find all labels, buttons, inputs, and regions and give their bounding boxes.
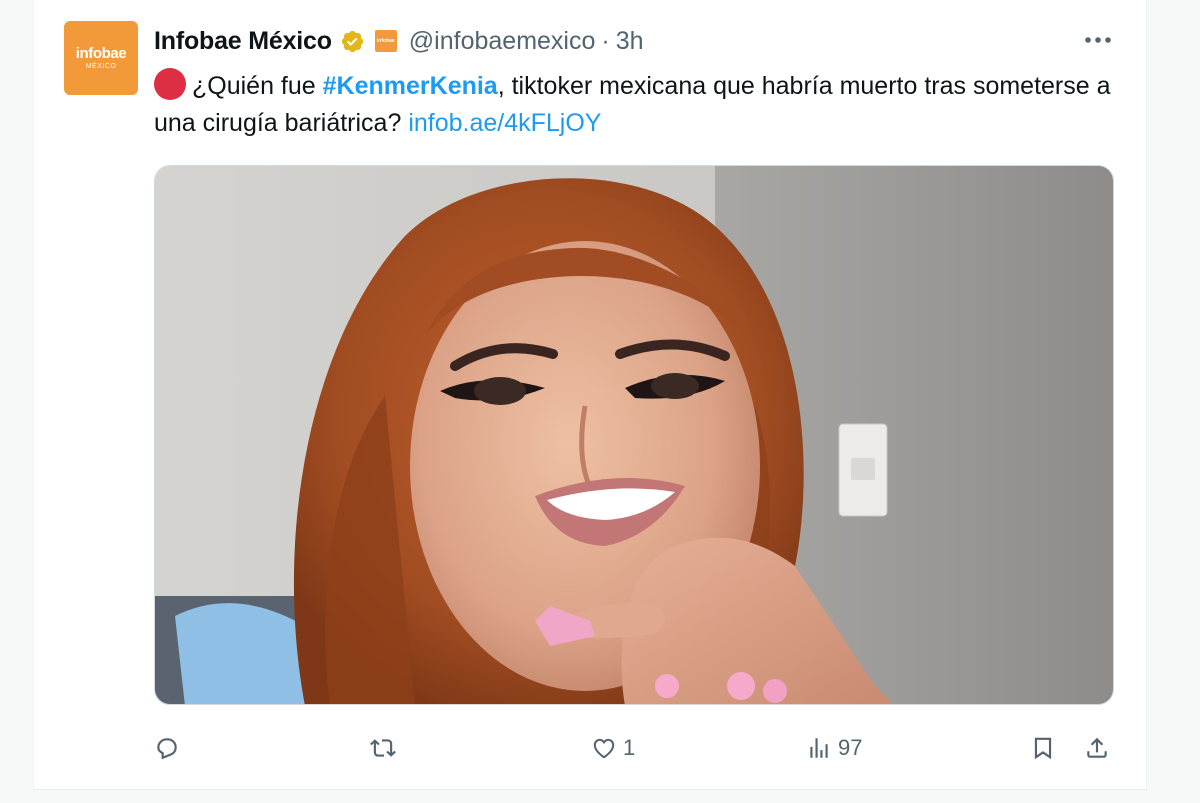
avatar-brand: infobae [75, 45, 127, 62]
like-count: 1 [623, 735, 636, 760]
tweet-header: Infobae México infobae @infobaemexico · … [154, 24, 644, 58]
views-button[interactable]: 97 [806, 728, 862, 768]
tweet-photo[interactable] [154, 165, 1114, 705]
red-circle-emoji-icon [154, 68, 186, 100]
bookmark-icon [1030, 735, 1056, 761]
affiliate-badge-text: infobae [376, 38, 395, 44]
article-link[interactable]: infob.ae/4kFLjOY [408, 109, 601, 137]
share-icon [1084, 735, 1110, 761]
avatar[interactable]: infobae MÉXICO [64, 21, 138, 95]
heart-icon [591, 735, 617, 761]
avatar-subtitle: MÉXICO [85, 63, 117, 70]
share-button[interactable] [1084, 728, 1110, 768]
reply-icon [154, 735, 180, 761]
views-count: 97 [838, 735, 863, 760]
tweet-card[interactable]: infobae MÉXICO Infobae México infobae @i… [33, 0, 1147, 790]
affiliate-badge-icon[interactable]: infobae [374, 30, 397, 52]
timestamp[interactable]: 3h [616, 24, 644, 58]
separator: · [601, 27, 610, 55]
hashtag-link[interactable]: #KenmerKenia [323, 72, 498, 100]
photo-illustration [155, 166, 1113, 704]
tweet-text: ¿Quién fue #KenmerKenia, tiktoker mexica… [154, 68, 1114, 142]
like-button[interactable]: 1 [591, 728, 635, 768]
reply-button[interactable] [154, 728, 186, 768]
views-icon [806, 735, 832, 761]
author-handle[interactable]: @infobaemexico [409, 24, 596, 58]
page: infobae MÉXICO Infobae México infobae @i… [0, 0, 1200, 803]
display-name[interactable]: Infobae México [154, 24, 332, 58]
retweet-button[interactable] [369, 728, 403, 768]
verified-badge-icon[interactable] [340, 29, 365, 54]
bookmark-button[interactable] [1030, 728, 1056, 768]
retweet-icon [369, 735, 397, 761]
more-icon[interactable] [1083, 28, 1113, 52]
action-bar: 1 97 [154, 728, 1114, 768]
tweet-text-prefix: ¿Quién fue [192, 72, 323, 100]
